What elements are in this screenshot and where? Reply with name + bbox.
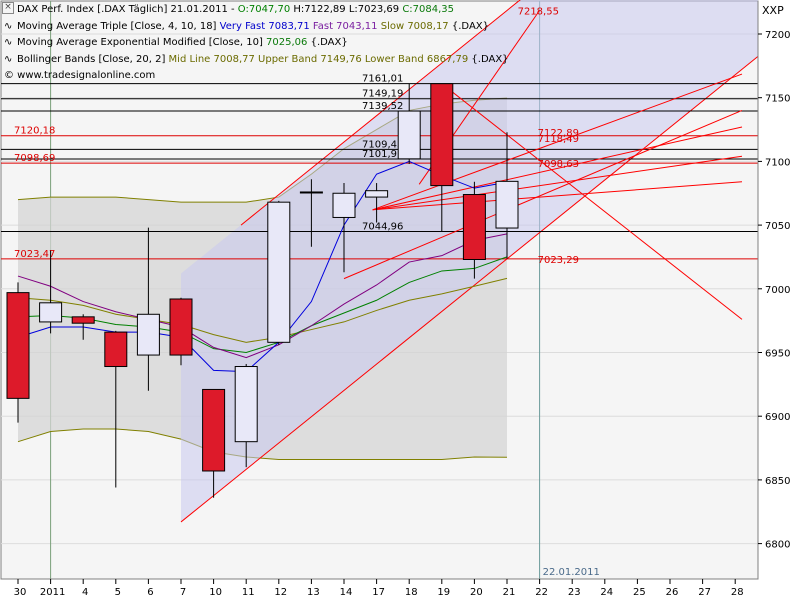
x-tick-label: 17	[372, 587, 385, 598]
instrument-name: DAX Perf. Index [.DAX Täglich] 21.01.201…	[17, 4, 238, 15]
candle-down	[462, 194, 486, 260]
x-tick-label: 18	[405, 587, 418, 598]
candle-up	[332, 192, 356, 218]
candle-down	[71, 316, 95, 324]
ma-triple-name: Moving Average Triple [Close, 4, 10, 18]	[17, 20, 217, 32]
candle-down	[6, 292, 30, 399]
candle-up	[365, 190, 389, 198]
ma-fast-value: Fast 7043,11	[312, 20, 378, 32]
y-tick-label: 7200	[765, 30, 790, 41]
price-label: 7098,63	[538, 159, 579, 170]
x-tick-label: 23	[568, 587, 581, 598]
y-tick-label: 7050	[765, 221, 790, 232]
x-tick-label: 11	[242, 587, 255, 598]
ema-name: Moving Average Exponential Modified [Clo…	[17, 37, 263, 48]
y-tick-label: 6850	[765, 476, 790, 487]
y-tick-label: 6950	[765, 349, 790, 360]
x-tick-label: 22	[535, 587, 548, 598]
x-tick-label: 26	[666, 587, 679, 598]
y-tick-label: 6800	[765, 540, 790, 551]
bollinger-values: Mid Line 7008,77 Upper Band 7149,76 Lowe…	[168, 53, 469, 65]
symbol-label: XXP	[762, 4, 784, 17]
y-tick-label: 7100	[765, 157, 790, 168]
high-value: H:7122,89	[293, 4, 346, 15]
x-tick-label: 13	[307, 587, 320, 598]
legend-instrument: DAX Perf. Index [.DAX Täglich] 21.01.201…	[4, 2, 509, 19]
candle-down	[202, 388, 226, 472]
x-tick-label: 2011	[40, 587, 65, 598]
date-marker-label: 22.01.2011	[543, 567, 600, 578]
x-tick-label: 10	[209, 587, 222, 598]
copyright-text: © www.tradesignalonline.com	[4, 70, 156, 81]
ma-triple-suffix: {.DAX}	[451, 20, 489, 32]
candle-up	[39, 302, 63, 323]
close-value: C:7084,35	[402, 4, 455, 15]
candle-up	[299, 191, 323, 194]
x-tick-label: 6	[147, 587, 153, 598]
level-label: 7023,47	[14, 249, 55, 260]
ema-suffix: {.DAX}	[310, 37, 348, 48]
x-tick-label: 24	[600, 587, 613, 598]
candle-up	[136, 313, 160, 356]
x-tick-label: 28	[731, 587, 744, 598]
candle-down	[430, 83, 454, 187]
ma-triple-icon: ∿	[4, 20, 13, 32]
level-label: 7120,18	[14, 126, 55, 137]
price-label: 7118,49	[538, 134, 579, 145]
x-tick-label: 21	[503, 587, 516, 598]
candlestick-chart: 7161,017149,197139,527109,437101,917044,…	[0, 0, 800, 600]
candle-down	[169, 298, 193, 356]
candle-up	[495, 180, 519, 229]
y-tick-label: 7000	[765, 285, 790, 296]
x-tick-label: 27	[698, 587, 711, 598]
x-tick-label: 14	[340, 587, 353, 598]
candle-up	[267, 201, 291, 343]
level-label: 7098,69	[14, 153, 55, 164]
chart-legend: DAX Perf. Index [.DAX Täglich] 21.01.201…	[4, 2, 509, 85]
x-tick-label: 30	[14, 587, 27, 598]
bollinger-icon: ∿	[4, 53, 13, 65]
candle-up	[397, 110, 421, 160]
price-label: 7218,55	[518, 6, 559, 17]
x-tick-label: 20	[470, 587, 483, 598]
x-tick-label: 4	[82, 587, 88, 598]
legend-bollinger: ∿ Bollinger Bands [Close, 20, 2] Mid Line…	[4, 52, 509, 69]
ma-very-fast-value: Very Fast 7083,71	[219, 20, 310, 32]
legend-copyright: © www.tradesignalonline.com	[4, 68, 509, 85]
x-tick-label: 5	[115, 587, 121, 598]
ma-slow-value: Slow 7008,17	[380, 20, 449, 32]
legend-ma-triple: ∿ Moving Average Triple [Close, 4, 10, 18…	[4, 19, 509, 36]
x-tick-label: 7	[180, 587, 186, 598]
open-value: O:7047,70	[237, 4, 291, 15]
x-tick-label: 25	[633, 587, 646, 598]
bollinger-name: Bollinger Bands [Close, 20, 2]	[17, 53, 166, 65]
x-tick-label: 12	[274, 587, 287, 598]
level-label: 7101,91	[362, 149, 403, 160]
ema-value: 7025,06	[266, 37, 308, 48]
candle-down	[104, 331, 128, 368]
y-tick-label: 6900	[765, 412, 790, 423]
x-tick-label: 19	[437, 587, 450, 598]
level-label: 7139,52	[362, 101, 403, 112]
candle-up	[234, 366, 258, 443]
legend-ema: ∿ Moving Average Exponential Modified [Cl…	[4, 35, 509, 52]
price-label: 7023,29	[538, 255, 579, 266]
level-label: 7044,96	[362, 222, 403, 233]
level-label: 7149,19	[362, 89, 403, 100]
ema-icon: ∿	[4, 37, 13, 48]
bollinger-suffix: {.DAX}	[471, 53, 509, 65]
low-value: L:7023,69	[348, 4, 400, 15]
y-tick-label: 7150	[765, 94, 790, 105]
